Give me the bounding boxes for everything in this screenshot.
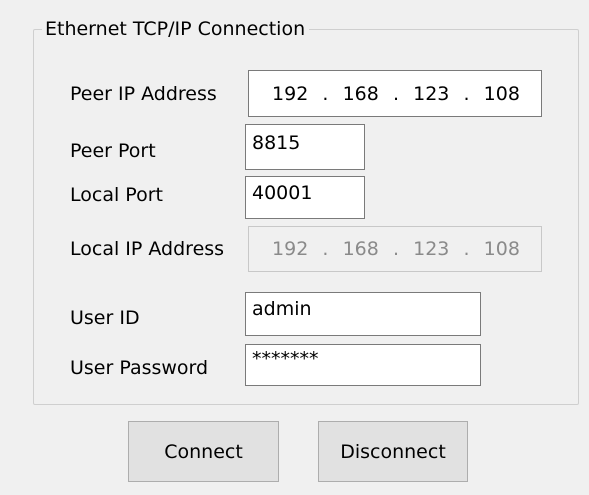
local-ip-dot: . bbox=[463, 238, 470, 260]
local-ip-dot: . bbox=[322, 238, 329, 260]
local-ip-octet-2: 168 bbox=[342, 238, 379, 260]
user-password-label: User Password bbox=[70, 357, 209, 379]
local-ip-octet-1: 192 bbox=[272, 238, 309, 260]
local-ip-label: Local IP Address bbox=[70, 238, 225, 260]
user-id-label: User ID bbox=[70, 307, 140, 329]
peer-ip-dot: . bbox=[463, 82, 470, 105]
peer-port-input[interactable]: 8815 bbox=[245, 124, 365, 170]
peer-port-label: Peer Port bbox=[70, 140, 156, 162]
local-port-label: Local Port bbox=[70, 184, 163, 206]
user-password-input[interactable]: ******* bbox=[245, 344, 481, 386]
local-ip-input: 192 . 168 . 123 . 108 bbox=[248, 226, 542, 272]
groupbox-title: Ethernet TCP/IP Connection bbox=[42, 17, 310, 41]
peer-ip-octet-1: 192 bbox=[272, 82, 309, 105]
peer-ip-octet-2: 168 bbox=[342, 82, 379, 105]
peer-ip-input[interactable]: 192 . 168 . 123 . 108 bbox=[248, 70, 542, 117]
peer-ip-dot: . bbox=[392, 82, 399, 105]
peer-ip-label: Peer IP Address bbox=[70, 83, 217, 105]
local-ip-dot: . bbox=[392, 238, 399, 260]
local-ip-octet-4: 108 bbox=[483, 238, 520, 260]
local-ip-octet-3: 123 bbox=[413, 238, 450, 260]
peer-ip-octet-4: 108 bbox=[483, 82, 520, 105]
connect-button[interactable]: Connect bbox=[128, 421, 279, 482]
disconnect-button[interactable]: Disconnect bbox=[318, 421, 468, 482]
user-id-input[interactable]: admin bbox=[245, 292, 481, 336]
peer-ip-dot: . bbox=[322, 82, 329, 105]
peer-ip-octet-3: 123 bbox=[413, 82, 450, 105]
local-port-input[interactable]: 40001 bbox=[245, 176, 365, 219]
